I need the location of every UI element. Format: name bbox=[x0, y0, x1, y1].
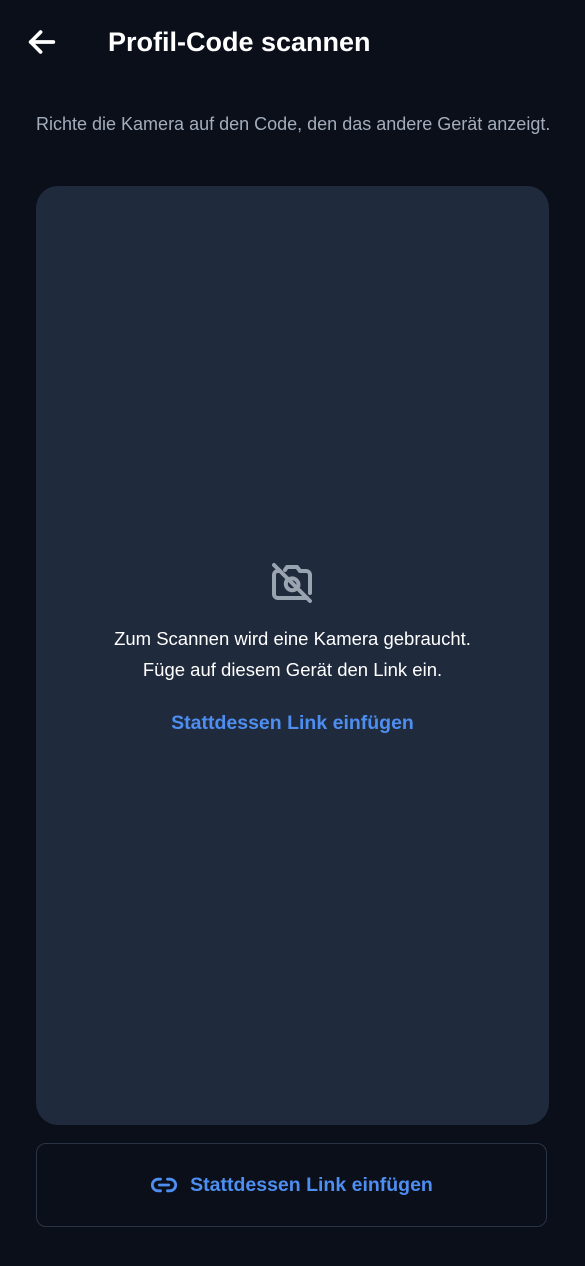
page-title: Profil-Code scannen bbox=[108, 27, 371, 57]
camera-message-line-2: Füge auf diesem Gerät den Link ein. bbox=[142, 659, 443, 680]
link-icon bbox=[151, 1177, 178, 1193]
camera-preview-panel: Zum Scannen wird eine Kamera gebraucht. … bbox=[36, 186, 549, 1125]
camera-unavailable-message: Zum Scannen wird eine Kamera gebraucht. … bbox=[36, 623, 549, 685]
paste-link-button[interactable]: Stattdessen Link einfügen bbox=[36, 1143, 547, 1227]
paste-link-button-label: Stattdessen Link einfügen bbox=[190, 1173, 433, 1196]
camera-off-icon bbox=[272, 563, 312, 603]
instructions-text: Richte die Kamera auf den Code, den das … bbox=[36, 114, 551, 134]
paste-link-inline-button[interactable]: Stattdessen Link einfügen bbox=[36, 708, 549, 738]
back-button[interactable] bbox=[22, 22, 62, 62]
header: Profil-Code scannen bbox=[0, 0, 585, 86]
arrow-left-icon bbox=[28, 30, 56, 54]
camera-message-line-1: Zum Scannen wird eine Kamera gebraucht. bbox=[114, 628, 471, 649]
